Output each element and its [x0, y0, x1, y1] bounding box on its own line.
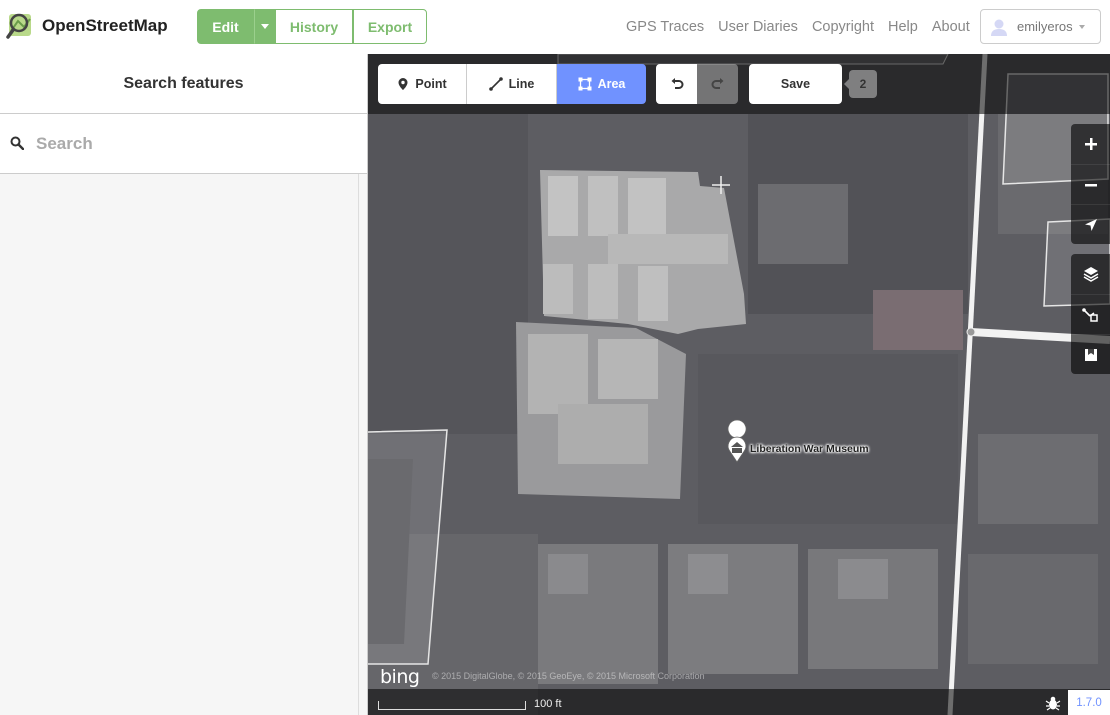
search-row — [0, 114, 367, 174]
geolocate-button[interactable] — [1071, 204, 1110, 244]
save-button[interactable]: Save — [749, 64, 842, 104]
geolocate-icon — [1084, 218, 1097, 231]
zoom-in-button[interactable] — [1071, 124, 1110, 164]
map-data-icon — [1081, 307, 1098, 322]
help-icon — [1084, 348, 1097, 361]
add-point-label: Point — [415, 77, 447, 91]
edit-button[interactable]: Edit — [197, 9, 254, 44]
zoom-in-icon — [1084, 138, 1097, 150]
sidebar-title: Search features — [0, 54, 367, 114]
change-count-badge: 2 — [844, 70, 877, 98]
scale-bar[interactable] — [378, 701, 526, 710]
osm-logo-icon — [6, 11, 36, 41]
history-button[interactable]: History — [276, 9, 353, 44]
undo-button[interactable] — [656, 64, 697, 104]
search-input[interactable] — [36, 132, 356, 156]
edit-history-export-group: Edit History Export — [197, 9, 427, 44]
map-footer: 100 ft — [368, 689, 1110, 715]
background-layers-button[interactable] — [1071, 254, 1110, 294]
map-data-button[interactable] — [1071, 294, 1110, 334]
sidebar-resizer[interactable] — [358, 174, 359, 715]
imagery-attribution: © 2015 DigitalGlobe, © 2015 GeoEye, © 20… — [432, 671, 705, 681]
add-area-button[interactable]: Area — [557, 64, 646, 104]
area-icon — [578, 77, 592, 91]
crosshair-cursor-icon — [711, 175, 731, 200]
edit-dropdown-button[interactable] — [254, 9, 276, 44]
help-button[interactable] — [1071, 334, 1110, 374]
top-navbar: OpenStreetMap Edit History Export GPS Tr… — [0, 0, 1110, 54]
poi-label[interactable]: Liberation War Museum — [750, 443, 869, 455]
add-area-label: Area — [597, 77, 626, 91]
add-line-button[interactable]: Line — [467, 64, 557, 104]
nav-link-about[interactable]: About — [932, 19, 970, 35]
nav-link-copyright[interactable]: Copyright — [812, 19, 874, 35]
map-toolbar: Point Line Area Save 2 — [368, 54, 1110, 114]
username: emilyeros — [1017, 19, 1073, 34]
zoom-out-button[interactable] — [1071, 164, 1110, 204]
map-controls — [1071, 124, 1110, 374]
nav-link-user-diaries[interactable]: User Diaries — [718, 19, 798, 35]
secondary-nav: GPS Traces User Diaries Copyright Help A… — [626, 19, 984, 35]
scale-label: 100 ft — [534, 698, 562, 710]
nav-link-gps-traces[interactable]: GPS Traces — [626, 19, 704, 35]
sidebar: Search features — [0, 54, 368, 715]
redo-button[interactable] — [697, 64, 738, 104]
bug-icon — [1045, 696, 1061, 710]
layers-icon — [1083, 267, 1098, 282]
user-menu-button[interactable]: emilyeros — [980, 9, 1101, 44]
avatar-icon — [989, 17, 1009, 37]
add-line-label: Line — [508, 77, 535, 91]
satellite-imagery — [368, 54, 1110, 715]
export-button[interactable]: Export — [353, 9, 427, 44]
version-link[interactable]: 1.7.0 — [1068, 690, 1110, 715]
map-canvas[interactable]: Liberation War Museum Point Line Area Sa… — [368, 54, 1110, 715]
site-logo[interactable]: OpenStreetMap — [6, 11, 168, 41]
zoom-out-icon — [1084, 183, 1097, 186]
add-point-button[interactable]: Point — [378, 64, 467, 104]
chevron-down-icon — [1078, 24, 1085, 29]
report-bug-button[interactable] — [1038, 690, 1068, 715]
point-icon — [398, 78, 408, 90]
bing-logo[interactable]: bing — [380, 666, 420, 688]
undo-icon — [671, 78, 683, 89]
search-icon — [10, 136, 25, 155]
chevron-down-icon — [261, 24, 269, 29]
logo-text: OpenStreetMap — [42, 16, 168, 35]
nav-link-help[interactable]: Help — [888, 19, 918, 35]
redo-icon — [711, 78, 723, 89]
line-icon — [488, 77, 503, 91]
